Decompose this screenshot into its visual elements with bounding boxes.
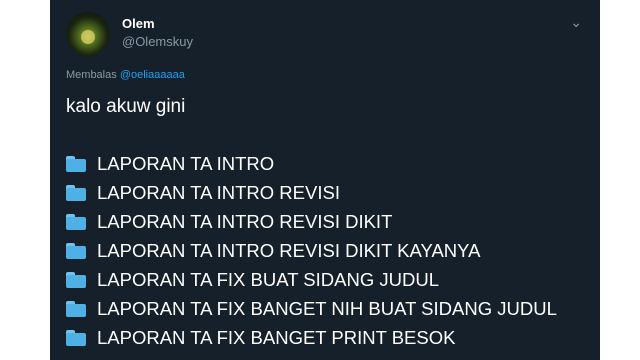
folder-item: LAPORAN TA FIX BANGET NIH BUAT SIDANG JU… (66, 294, 557, 323)
reply-prefix: Membalas (66, 69, 117, 81)
avatar-glow (81, 30, 95, 44)
screenshot-frame: Olem @Olemskuy ⌄ Membalas @oeliaaaaaa ka… (0, 0, 640, 360)
folder-label: LAPORAN TA INTRO (97, 152, 275, 174)
reply-mention-link[interactable]: @oeliaaaaaa (120, 69, 185, 81)
folder-item: LAPORAN TA FIX BUAT SIDANG JUDUL (66, 265, 557, 294)
folder-icon (66, 155, 86, 172)
more-options-icon[interactable]: ⌄ (570, 14, 582, 31)
tweet-text: kalo akuw gini (66, 96, 186, 117)
folder-icon (66, 242, 86, 259)
folder-label: LAPORAN TA INTRO REVISI DIKIT KAYANYA (97, 239, 481, 261)
folder-item: LAPORAN TA FIX BANGET PRINT BESOK (66, 323, 557, 352)
avatar[interactable] (66, 12, 110, 56)
folder-list: LAPORAN TA INTRO LAPORAN TA INTRO REVISI… (66, 149, 557, 352)
folder-label: LAPORAN TA INTRO REVISI DIKIT (97, 210, 393, 232)
folder-icon (66, 184, 86, 201)
folder-item: LAPORAN TA INTRO (66, 149, 557, 178)
folder-icon (66, 271, 86, 288)
folder-icon (66, 329, 86, 346)
author-handle[interactable]: @Olemskuy (122, 34, 193, 49)
folder-label: LAPORAN TA FIX BUAT SIDANG JUDUL (97, 268, 439, 290)
tweet-header: Olem @Olemskuy ⌄ (66, 12, 586, 56)
reply-context: Membalas @oeliaaaaaa (66, 69, 185, 81)
tweet-card[interactable]: Olem @Olemskuy ⌄ Membalas @oeliaaaaaa ka… (50, 0, 600, 360)
folder-item: LAPORAN TA INTRO REVISI DIKIT KAYANYA (66, 236, 557, 265)
folder-icon (66, 213, 86, 230)
folder-label: LAPORAN TA INTRO REVISI (97, 181, 340, 203)
folder-item: LAPORAN TA INTRO REVISI (66, 178, 557, 207)
folder-label: LAPORAN TA FIX BANGET PRINT BESOK (97, 326, 456, 348)
folder-label: LAPORAN TA FIX BANGET NIH BUAT SIDANG JU… (97, 297, 557, 319)
author-name[interactable]: Olem (122, 16, 155, 31)
folder-item: LAPORAN TA INTRO REVISI DIKIT (66, 207, 557, 236)
folder-icon (66, 300, 86, 317)
